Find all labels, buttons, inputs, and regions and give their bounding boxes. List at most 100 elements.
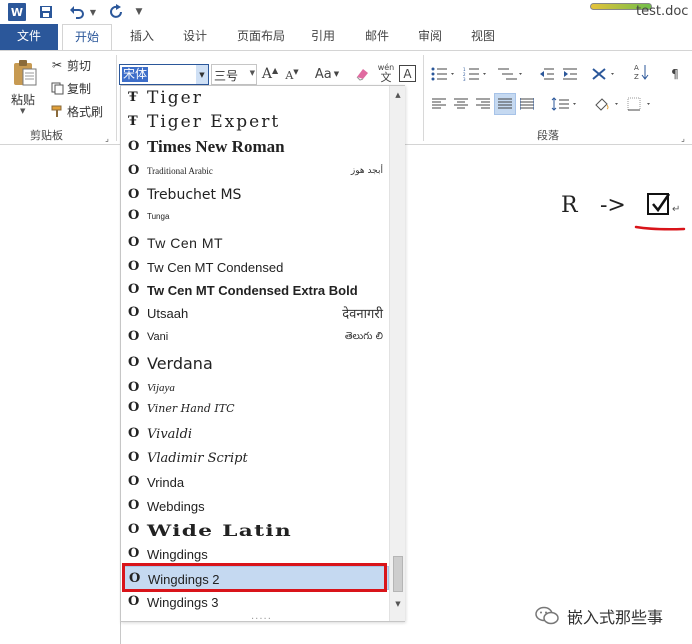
customize-quick-access-icon[interactable]: ▼ — [134, 3, 144, 21]
clipboard-launcher-icon[interactable]: ⌟ — [102, 129, 112, 147]
font-name-value[interactable]: 宋体 — [122, 67, 149, 82]
opentype-icon: O — [128, 329, 140, 344]
undo-dropdown-icon[interactable]: ▼ — [88, 3, 98, 21]
font-item-label: Tiger — [147, 88, 203, 108]
grow-font-icon[interactable]: A ▲ — [262, 65, 278, 83]
save-icon[interactable] — [38, 3, 54, 21]
tab-file[interactable]: 文件 — [0, 24, 58, 50]
copy-button[interactable]: 复制 — [50, 79, 91, 97]
tab-home[interactable]: 开始 — [62, 24, 112, 51]
svg-text:Z: Z — [634, 73, 639, 81]
wechat-watermark: 嵌入式那些事 — [535, 604, 663, 628]
font-sample: తెలుగు లి — [344, 331, 383, 342]
font-name-combobox[interactable]: 宋体 ▼ — [119, 64, 209, 85]
paste-dropdown-icon[interactable]: ▼ — [20, 107, 25, 115]
increase-indent-icon[interactable] — [561, 65, 579, 83]
format-painter-icon — [50, 104, 64, 118]
font-list-scrollbar[interactable]: ▲ ▼ — [389, 86, 405, 621]
font-item-label: Wide Latin — [147, 520, 293, 540]
tab-page-layout[interactable]: 页面布局 — [229, 24, 293, 50]
character-border-icon[interactable]: A — [399, 65, 416, 82]
tab-review[interactable]: 审阅 — [410, 24, 450, 50]
font-item-tunga[interactable]: O Tunga — [122, 204, 389, 228]
change-case-label: Aa — [314, 66, 332, 82]
font-item-verdana[interactable]: O Verdana — [122, 351, 389, 375]
sort-icon[interactable]: AZ — [633, 63, 651, 81]
clear-formatting-icon[interactable] — [353, 65, 371, 83]
font-item-utsaah[interactable]: O Utsaah देवनागरी — [122, 301, 389, 325]
font-item-viner-hand-itc[interactable]: O Viner Hand ITC — [122, 396, 389, 420]
font-sample: देवनागरी — [342, 307, 383, 322]
bullets-icon[interactable] — [430, 65, 458, 83]
opentype-icon: O — [128, 426, 140, 441]
tab-design[interactable]: 设计 — [175, 24, 215, 50]
font-item-traditional-arabic[interactable]: O Traditional Arabic أبجد هوز — [122, 159, 389, 183]
opentype-icon: O — [128, 208, 140, 223]
font-item-times-new-roman[interactable]: O Times New Roman — [122, 135, 389, 159]
opentype-icon: O — [128, 474, 140, 489]
scroll-thumb[interactable] — [393, 556, 403, 592]
group-divider — [423, 55, 424, 141]
ribbon-tab-bar: 文件 开始 插入 设计 页面布局 引用 邮件 审阅 视图 — [0, 24, 692, 51]
tab-view[interactable]: 视图 — [463, 24, 503, 50]
tab-references[interactable]: 引用 — [303, 24, 343, 50]
tab-insert[interactable]: 插入 — [122, 24, 162, 50]
multilevel-list-icon[interactable] — [496, 65, 526, 83]
scroll-up-icon[interactable]: ▲ — [391, 88, 405, 102]
font-item-tiger-expert[interactable]: Ŧ Tiger Expert — [122, 110, 389, 134]
font-item-tw-cen-mt[interactable]: O Tw Cen MT — [122, 231, 389, 255]
font-item-vrinda[interactable]: O Vrinda — [122, 470, 389, 494]
numbering-icon[interactable]: 123 — [462, 65, 490, 83]
opentype-icon: O — [128, 594, 140, 609]
paste-icon[interactable] — [12, 59, 38, 87]
justify-icon[interactable] — [494, 93, 516, 115]
cut-button[interactable]: ✂ 剪切 — [50, 56, 91, 74]
font-item-label: Tw Cen MT — [147, 235, 224, 251]
align-left-icon[interactable] — [430, 95, 448, 113]
font-item-label: Wingdings 3 — [147, 594, 219, 610]
phonetic-guide-icon[interactable]: wén 文 — [376, 61, 396, 85]
font-size-value[interactable]: 三号 — [214, 67, 238, 84]
tab-mailings[interactable]: 邮件 — [357, 24, 397, 50]
font-size-dropdown-icon[interactable]: ▼ — [250, 69, 255, 77]
font-item-label: Vani — [147, 331, 169, 343]
borders-icon[interactable] — [626, 95, 656, 113]
font-item-tw-cen-mt-condensed-extra-bold[interactable]: O Tw Cen MT Condensed Extra Bold — [122, 278, 389, 302]
font-item-label: Tunga — [147, 211, 170, 221]
align-right-icon[interactable] — [474, 95, 492, 113]
format-painter-button[interactable]: 格式刷 — [50, 102, 103, 120]
svg-text:3: 3 — [463, 77, 466, 81]
font-item-vani[interactable]: O Vani తెలుగు లి — [122, 325, 389, 349]
font-dropdown-list[interactable]: Ŧ Tiger Ŧ Tiger Expert O Times New Roman… — [120, 85, 405, 622]
resize-grip[interactable]: ..... — [251, 611, 272, 622]
font-item-webdings[interactable]: O Webdings — [122, 494, 389, 518]
distributed-icon[interactable] — [518, 95, 536, 113]
font-item-label: Vivaldi — [147, 426, 193, 442]
font-name-dropdown-icon[interactable]: ▼ — [196, 65, 208, 84]
chinese-layout-icon[interactable] — [590, 65, 620, 83]
font-size-combobox[interactable]: 三号 ▼ — [211, 64, 257, 85]
show-formatting-marks-icon[interactable]: ¶ — [666, 65, 684, 83]
decrease-indent-icon[interactable] — [538, 65, 556, 83]
copy-label: 复制 — [67, 81, 92, 96]
align-center-icon[interactable] — [452, 95, 470, 113]
paragraph-launcher-icon[interactable]: ⌟ — [678, 129, 688, 147]
line-spacing-icon[interactable] — [550, 95, 580, 113]
font-item-label: Vrinda — [147, 474, 185, 490]
undo-icon[interactable] — [68, 3, 86, 21]
font-item-wide-latin[interactable]: O Wide Latin — [122, 518, 389, 542]
change-case-button[interactable]: Aa ▼ — [312, 65, 342, 83]
font-item-tiger[interactable]: Ŧ Tiger — [122, 86, 389, 110]
group-divider — [116, 55, 117, 141]
redo-icon[interactable] — [108, 3, 126, 21]
shrink-font-icon[interactable]: A ▼ — [284, 66, 300, 84]
shading-icon[interactable] — [592, 95, 622, 113]
opentype-icon: O — [128, 498, 140, 513]
font-item-tw-cen-mt-condensed[interactable]: O Tw Cen MT Condensed — [122, 255, 389, 279]
paste-button[interactable]: 粘贴 — [11, 91, 35, 108]
font-item-vladimir-script[interactable]: O Vladimir Script — [122, 446, 389, 470]
scroll-down-icon[interactable]: ▼ — [391, 597, 405, 611]
font-item-label: Tiger Expert — [147, 112, 281, 132]
paragraph-group-label: 段落 — [537, 129, 559, 142]
font-item-vivaldi[interactable]: O Vivaldi — [122, 422, 389, 446]
